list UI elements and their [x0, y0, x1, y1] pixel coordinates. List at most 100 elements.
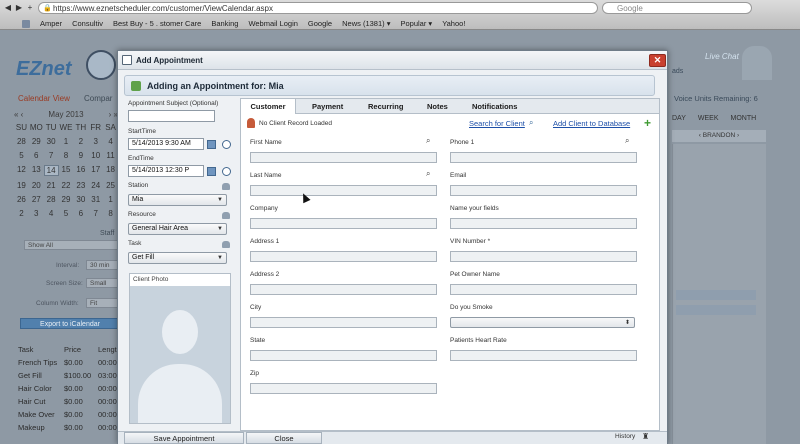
tab-payment[interactable]: Payment	[312, 102, 343, 111]
calendar-day[interactable]: 5	[14, 151, 29, 160]
end-date-picker-icon[interactable]	[207, 167, 216, 176]
calendar-day[interactable]: 7	[44, 151, 59, 160]
last-name-input[interactable]	[250, 185, 437, 196]
start-time-picker-icon[interactable]	[222, 140, 231, 149]
calendar-day[interactable]: 2	[73, 137, 88, 146]
heart-rate-input[interactable]	[450, 350, 637, 361]
calendar-day[interactable]: 4	[103, 137, 118, 146]
back-icon[interactable]: ◀	[3, 3, 13, 13]
end-time-picker-icon[interactable]	[222, 167, 231, 176]
staff-column-header[interactable]: ‹ BRANDON ›	[672, 130, 766, 142]
calendar-day[interactable]: 20	[29, 181, 44, 190]
save-appointment-button[interactable]: Save Appointment	[124, 432, 244, 444]
bookmark-item[interactable]: Banking	[211, 19, 238, 28]
tab-week[interactable]: WEEK	[698, 115, 719, 122]
appointment-block[interactable]	[676, 305, 756, 315]
calendar-day[interactable]: 23	[73, 181, 88, 190]
forward-icon[interactable]: ▶	[14, 3, 24, 13]
bookmark-item[interactable]: Google	[308, 19, 332, 28]
calendar-day[interactable]: 29	[59, 195, 74, 204]
search-icon[interactable]: ⌕	[426, 169, 430, 179]
bookmark-item[interactable]: Webmail Login	[248, 19, 297, 28]
calendar-day[interactable]: 6	[73, 209, 88, 218]
task-select[interactable]: Get Fill ▼	[128, 252, 227, 264]
tab-calendar-view[interactable]: Calendar View	[18, 94, 70, 103]
bookmark-item[interactable]: News (1381) ▾	[342, 19, 390, 28]
calendar-day[interactable]: 11	[103, 151, 118, 160]
calendar-day[interactable]: 2	[14, 209, 29, 218]
calendar-day[interactable]: 1	[59, 137, 74, 146]
table-row[interactable]: Hair Cut $0.00 00:00	[18, 397, 118, 406]
tab-month[interactable]: MONTH	[731, 115, 757, 122]
phone-1-input[interactable]	[450, 152, 637, 163]
history-icon[interactable]: ♜	[642, 432, 649, 441]
calendar-day[interactable]: 30	[44, 137, 59, 146]
dialog-titlebar[interactable]: Add Appointment ✕	[118, 51, 667, 70]
bookmark-item[interactable]: Yahoo!	[442, 19, 465, 28]
city-input[interactable]	[250, 317, 437, 328]
calendar-day[interactable]: 9	[73, 151, 88, 160]
table-row[interactable]: Hair Color $0.00 00:00	[18, 384, 118, 393]
calendar-day[interactable]: 3	[29, 209, 44, 218]
calendar-day[interactable]: 10	[88, 151, 103, 160]
vin-number-input[interactable]	[450, 251, 637, 262]
calendar-day[interactable]: 15	[59, 165, 74, 176]
plus-icon[interactable]: +	[644, 116, 651, 130]
calendar-day[interactable]: 29	[29, 137, 44, 146]
address-2-input[interactable]	[250, 284, 437, 295]
pet-owner-name-input[interactable]	[450, 284, 637, 295]
company-input[interactable]	[250, 218, 437, 229]
bookmarks-icon[interactable]	[22, 19, 30, 28]
search-icon[interactable]: ⌕	[625, 136, 629, 146]
bookmark-item[interactable]: Amper	[40, 19, 62, 28]
screen-size-select[interactable]: Small	[86, 278, 118, 288]
task-people-icon[interactable]	[222, 241, 230, 248]
email-input[interactable]	[450, 185, 637, 196]
appointment-block[interactable]	[676, 290, 756, 300]
close-icon[interactable]: ✕	[649, 54, 666, 67]
calendar-day[interactable]: 25	[103, 181, 118, 190]
browser-search-input[interactable]: Google	[602, 2, 752, 14]
tab-compare[interactable]: Compar	[84, 94, 112, 103]
custom-field-input[interactable]	[450, 218, 637, 229]
add-tab-icon[interactable]: +	[25, 3, 35, 13]
tab-notifications[interactable]: Notifications	[472, 102, 517, 111]
resource-people-icon[interactable]	[222, 212, 230, 219]
staff-select[interactable]: Show All	[24, 240, 118, 250]
close-button[interactable]: Close	[246, 432, 322, 444]
station-select[interactable]: Mia ▼	[128, 194, 227, 206]
add-client-link[interactable]: Add Client to Database	[553, 119, 630, 128]
calendar-day[interactable]: 28	[44, 195, 59, 204]
end-time-input[interactable]: 5/14/2013 12:30 P	[128, 165, 204, 177]
history-link[interactable]: History	[615, 433, 635, 440]
calendar-day[interactable]: 24	[88, 181, 103, 190]
calendar-day[interactable]: 31	[88, 195, 103, 204]
calendar-day[interactable]: 28	[14, 137, 29, 146]
search-client-link[interactable]: Search for Client	[469, 119, 525, 128]
calendar-day[interactable]: 12	[14, 165, 29, 176]
calendar-day[interactable]: 7	[88, 209, 103, 218]
tab-recurring[interactable]: Recurring	[368, 102, 403, 111]
start-time-input[interactable]: 5/14/2013 9:30 AM	[128, 138, 204, 150]
bookmark-item[interactable]: Consultiv	[72, 19, 103, 28]
calendar-day[interactable]: 30	[73, 195, 88, 204]
calendar-day[interactable]: 4	[44, 209, 59, 218]
address-bar[interactable]: 🔒 https://www.eznetscheduler.com/custome…	[38, 2, 598, 14]
station-people-icon[interactable]	[222, 183, 230, 190]
tab-notes[interactable]: Notes	[427, 102, 448, 111]
calendar-day[interactable]: 16	[73, 165, 88, 176]
calendar-day[interactable]: 21	[44, 181, 59, 190]
resource-select[interactable]: General Hair Area ▼	[128, 223, 227, 235]
first-name-input[interactable]	[250, 152, 437, 163]
bookmark-item[interactable]: Popular ▾	[400, 19, 432, 28]
calendar-day[interactable]: 18	[103, 165, 118, 176]
zip-input[interactable]	[250, 383, 437, 394]
table-row[interactable]: Make Over $0.00 00:00	[18, 410, 118, 419]
search-icon[interactable]: ⌕	[529, 118, 533, 128]
interval-select[interactable]: 30 min	[86, 260, 118, 270]
table-row[interactable]: French Tips $0.00 00:00	[18, 358, 118, 367]
calendar-day[interactable]: 19	[14, 181, 29, 190]
calendar-day[interactable]: 27	[29, 195, 44, 204]
smoke-select[interactable]: ⬍	[450, 317, 635, 328]
calendar-day[interactable]: 8	[59, 151, 74, 160]
